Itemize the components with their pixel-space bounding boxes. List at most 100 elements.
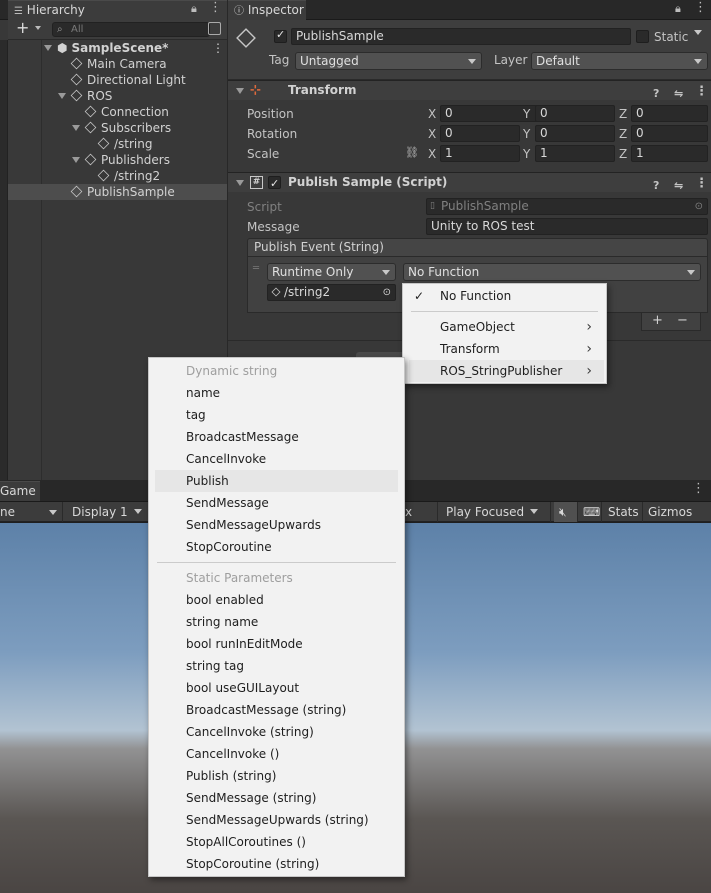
help-icon[interactable]: ? [653, 84, 659, 103]
expand-arrow-icon[interactable] [44, 45, 52, 51]
menu-item-method[interactable]: CancelInvoke () [149, 743, 404, 765]
link-icon[interactable]: ⛓ [405, 146, 419, 159]
lock-icon[interactable]: 🔒︎ [675, 2, 681, 16]
stats-button[interactable]: Stats [603, 502, 643, 522]
gizmos-dropdown[interactable]: Gizmos [643, 502, 711, 534]
object-name-field[interactable]: PublishSample [291, 28, 631, 45]
play-focused-dropdown[interactable]: Play Focused [441, 502, 551, 522]
menu-item-method[interactable]: bool runInEditMode [149, 633, 404, 655]
search-input[interactable]: ⌕ All [52, 22, 210, 37]
rotation-y-field[interactable]: 0 [535, 125, 615, 142]
add-button[interactable]: + [16, 18, 29, 37]
menu-item-method[interactable]: Publish [155, 470, 398, 492]
hierarchy-item-string2[interactable]: /string2 [8, 168, 227, 184]
hierarchy-item-subscribers[interactable]: Subscribers [8, 120, 227, 136]
menu-item-no-function[interactable]: ✓ No Function [403, 285, 606, 307]
chevron-down-icon[interactable] [35, 26, 41, 30]
transform-header[interactable]: ⊹ Transform ? ⇋ ⋮ [228, 80, 711, 100]
menu-item-method[interactable]: CancelInvoke (string) [149, 721, 404, 743]
hierarchy-tab-label: Hierarchy [26, 3, 85, 17]
keyboard-icon[interactable]: ⌨ [578, 502, 602, 522]
menu-item-transform[interactable]: Transform › [403, 338, 606, 360]
expand-arrow-icon[interactable] [236, 88, 244, 94]
tab-inspector[interactable]: ⓘ Inspector [228, 0, 306, 20]
hierarchy-item-publishsample[interactable]: PublishSample [8, 184, 227, 200]
rotation-x-field[interactable]: 0 [440, 125, 520, 142]
menu-item-method[interactable]: BroadcastMessage [149, 426, 404, 448]
menu-item-method[interactable]: bool enabled [149, 589, 404, 611]
message-field[interactable]: Unity to ROS test [426, 218, 708, 235]
object-picker-icon[interactable]: ⊙ [383, 285, 391, 300]
kebab-menu-icon[interactable]: ⋮ [212, 40, 224, 56]
kebab-menu-icon[interactable]: ⋮ [695, 174, 708, 193]
expand-arrow-icon[interactable] [72, 125, 80, 131]
menu-item-method[interactable]: string name [149, 611, 404, 633]
kebab-menu-icon[interactable]: ⋮ [692, 481, 705, 496]
preset-icon[interactable]: ⇋ [674, 176, 683, 195]
scale-value: x [405, 505, 413, 519]
display-dropdown[interactable]: Display 1 [67, 502, 152, 522]
menu-item-gameobject[interactable]: GameObject › [403, 316, 606, 338]
drag-handle-icon[interactable]: ═ [253, 263, 259, 274]
preset-icon[interactable]: ⇋ [674, 84, 683, 103]
add-event-button[interactable]: + [652, 313, 663, 328]
tab-game[interactable]: Game [0, 481, 40, 501]
scale-y-field[interactable]: 1 [535, 145, 615, 162]
menu-item-ros-stringpublisher[interactable]: ROS_StringPublisher › [409, 360, 604, 382]
hierarchy-item-main-camera[interactable]: Main Camera [8, 56, 227, 72]
script-icon: # [250, 176, 263, 189]
hierarchy-tabbar: ☰ Hierarchy 🔒︎ ⋮ [0, 0, 227, 20]
remove-event-button[interactable]: − [677, 313, 688, 328]
target-object-field[interactable]: /string2 ⊙ [267, 284, 396, 301]
position-y-field[interactable]: 0 [535, 105, 615, 122]
game-mode-dropdown[interactable]: ne [0, 502, 63, 522]
menu-item-method[interactable]: StopCoroutine [149, 536, 404, 558]
menu-item-method[interactable]: StopAllCoroutines () [149, 831, 404, 853]
menu-item-method[interactable]: StopCoroutine (string) [149, 853, 404, 875]
hierarchy-item-ros[interactable]: ROS [8, 88, 227, 104]
expand-arrow-icon[interactable] [58, 93, 66, 99]
menu-item-method[interactable]: SendMessageUpwards [149, 514, 404, 536]
menu-item-method[interactable]: name [149, 382, 404, 404]
kebab-menu-icon[interactable]: ⋮ [209, 0, 222, 15]
function-dropdown[interactable]: No Function [403, 263, 701, 281]
hierarchy-item-label: SampleScene* [71, 41, 169, 55]
menu-item-method[interactable]: CancelInvoke [149, 448, 404, 470]
gameobject-large-icon[interactable] [236, 28, 256, 48]
scene-visibility-icon[interactable] [208, 22, 221, 35]
scale-z-field[interactable]: 1 [631, 145, 708, 162]
tag-dropdown[interactable]: Untagged [295, 52, 482, 70]
rotation-z-field[interactable]: 0 [631, 125, 708, 142]
help-icon[interactable]: ? [653, 176, 659, 195]
kebab-menu-icon[interactable]: ⋮ [694, 0, 707, 15]
active-checkbox[interactable] [274, 28, 287, 43]
menu-item-method[interactable]: BroadcastMessage (string) [149, 699, 404, 721]
scale-slider[interactable]: x [400, 502, 438, 522]
script-enabled-checkbox[interactable] [268, 174, 281, 193]
hierarchy-item-publishders[interactable]: Publishders [8, 152, 227, 168]
mute-audio-icon[interactable]: 🔇︎ [554, 502, 578, 522]
expand-arrow-icon[interactable] [72, 157, 80, 163]
menu-item-method[interactable]: SendMessageUpwards (string) [149, 809, 404, 831]
chevron-down-icon[interactable] [694, 30, 702, 35]
expand-arrow-icon[interactable] [236, 180, 244, 186]
hierarchy-item-samplescene[interactable]: ⬢ SampleScene* ⋮ [8, 40, 227, 56]
position-z-field[interactable]: 0 [631, 105, 708, 122]
hierarchy-item-connection[interactable]: Connection [8, 104, 227, 120]
hierarchy-item-string[interactable]: /string [8, 136, 227, 152]
layer-dropdown[interactable]: Default [531, 52, 708, 70]
menu-item-method[interactable]: SendMessage (string) [149, 787, 404, 809]
runtime-dropdown[interactable]: Runtime Only [267, 263, 396, 281]
static-checkbox[interactable] [636, 30, 649, 43]
script-component-header[interactable]: # Publish Sample (Script) ? ⇋ ⋮ [228, 172, 711, 195]
hierarchy-item-directional-light[interactable]: Directional Light [8, 72, 227, 88]
menu-item-method[interactable]: bool useGUILayout [149, 677, 404, 699]
menu-item-method[interactable]: Publish (string) [149, 765, 404, 787]
menu-item-method[interactable]: string tag [149, 655, 404, 677]
lock-icon[interactable]: 🔒︎ [191, 2, 197, 16]
message-label: Message [247, 220, 300, 234]
menu-item-method[interactable]: tag [149, 404, 404, 426]
menu-item-method[interactable]: SendMessage [149, 492, 404, 514]
kebab-menu-icon[interactable]: ⋮ [695, 82, 708, 101]
scale-x-field[interactable]: 1 [440, 145, 520, 162]
